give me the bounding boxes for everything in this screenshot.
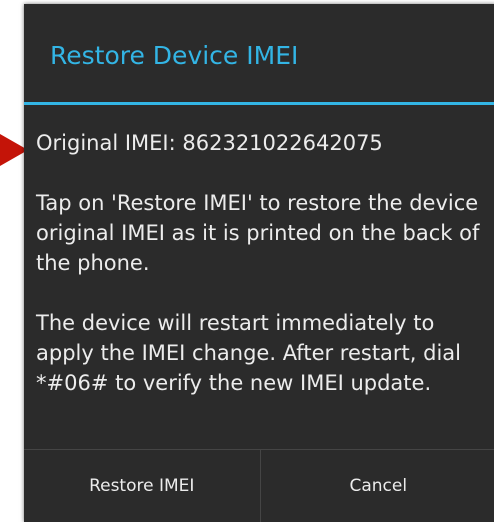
restore-instructions-text: Tap on 'Restore IMEI' to restore the dev… [36,191,480,275]
dialog-message: Original IMEI: 862321022642075 Tap on 'R… [36,128,484,428]
dialog-button-bar: Restore IMEI Cancel [24,450,494,522]
screenshot-frame: Restore Device IMEI Original IMEI: 86232… [0,0,494,522]
title-divider [24,102,494,105]
original-imei-text: Original IMEI: 862321022642075 [36,131,383,155]
restore-imei-dialog: Restore Device IMEI Original IMEI: 86232… [24,4,494,522]
restore-imei-button[interactable]: Restore IMEI [24,450,260,522]
restart-warning-text: The device will restart immediately to a… [36,311,462,395]
dialog-title-bar: Restore Device IMEI [24,4,494,102]
cancel-button[interactable]: Cancel [261,450,494,522]
dialog-title: Restore Device IMEI [50,41,299,70]
